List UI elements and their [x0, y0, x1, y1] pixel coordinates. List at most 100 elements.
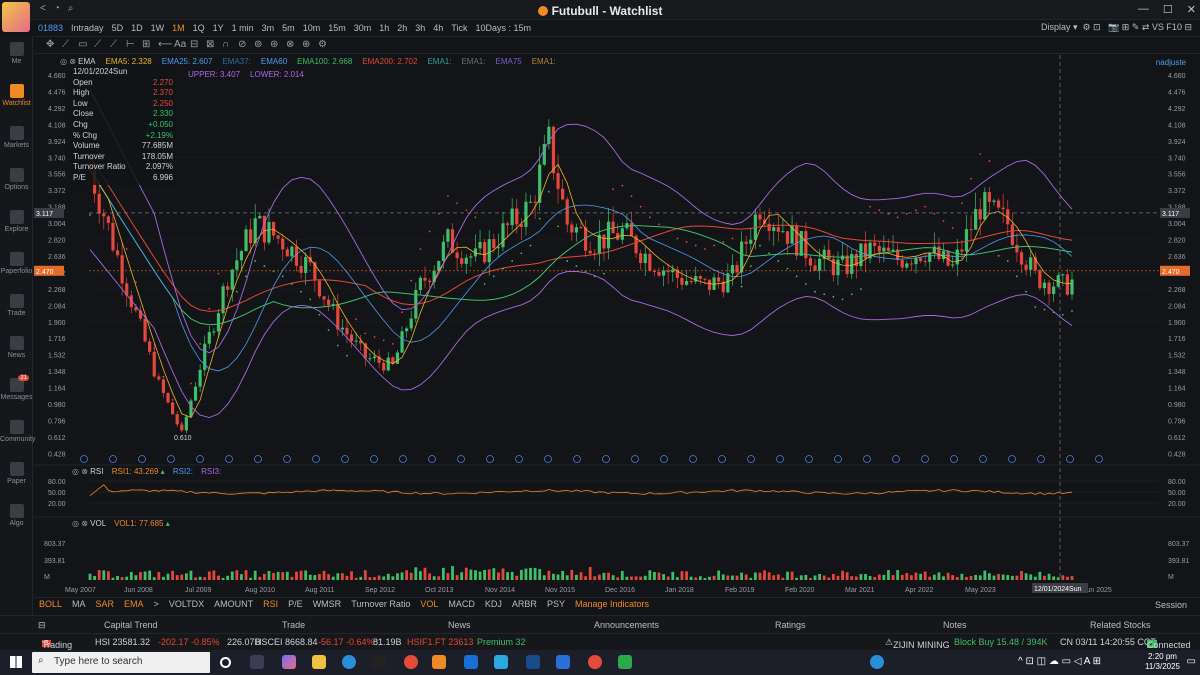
close-button[interactable]: ✕	[1187, 3, 1196, 16]
draw-tool-icon-3[interactable]: ⟋	[94, 39, 101, 50]
bottom-tab-related-stocks[interactable]: Related Stocks	[1090, 620, 1151, 630]
indicator-tab-8[interactable]: P/E	[283, 598, 308, 612]
period-14[interactable]: 2h	[393, 23, 411, 33]
indicator-tab-9[interactable]: WMSR	[308, 598, 347, 612]
file-explorer-icon[interactable]	[312, 655, 326, 669]
indicator-tab-13[interactable]: KDJ	[480, 598, 507, 612]
period-17[interactable]: Tick	[447, 23, 471, 33]
event-icon[interactable]	[573, 455, 581, 463]
copilot-icon[interactable]	[282, 655, 296, 669]
help-icon[interactable]	[870, 655, 884, 669]
period-15[interactable]: 3h	[411, 23, 429, 33]
sidebar-item-watchlist[interactable]: Watchlist	[0, 84, 33, 107]
period-1[interactable]: 5D	[108, 23, 128, 33]
session-button[interactable]: Session	[1150, 599, 1192, 611]
event-icon[interactable]	[1037, 455, 1045, 463]
sidebar-item-algo[interactable]: Algo	[0, 504, 33, 527]
draw-tool-icon-16[interactable]: ⊕	[302, 39, 310, 50]
period-2[interactable]: 1D	[127, 23, 147, 33]
period-5[interactable]: 1Q	[189, 23, 209, 33]
event-icon[interactable]	[1066, 455, 1074, 463]
sidebar-item-trade[interactable]: Trade	[0, 294, 33, 317]
period-12[interactable]: 30m	[350, 23, 376, 33]
event-icon[interactable]	[892, 455, 900, 463]
chrome-icon-2[interactable]	[588, 655, 602, 669]
draw-tool-icon-12[interactable]: ⊘	[238, 39, 246, 50]
taskbar-clock[interactable]: 2:20 pm 11/3/2025	[1145, 652, 1180, 672]
draw-tool-icon-7[interactable]: ⟵	[158, 39, 172, 50]
hsi-index[interactable]: HSI 23581.32	[95, 637, 150, 647]
period-9[interactable]: 5m	[278, 23, 299, 33]
draw-tool-icon-14[interactable]: ⊛	[270, 39, 278, 50]
period-10[interactable]: 10m	[299, 23, 325, 33]
period-3[interactable]: 1W	[147, 23, 169, 33]
draw-tool-icon-17[interactable]: ⚙	[318, 39, 327, 50]
draw-tool-icon-11[interactable]: ∩	[222, 39, 229, 50]
draw-tool-icon-13[interactable]: ⊚	[254, 39, 262, 50]
indicator-tab-10[interactable]: Turnover Ratio	[346, 598, 415, 612]
taskbar-search-input[interactable]: ⌕ Type here to search	[32, 652, 210, 673]
event-icon[interactable]	[776, 455, 784, 463]
app-icon-4[interactable]	[556, 655, 570, 669]
event-icon[interactable]	[602, 455, 610, 463]
event-icon[interactable]	[1008, 455, 1016, 463]
ticker-code[interactable]: 01883	[34, 23, 67, 33]
bottom-tab-ratings[interactable]: Ratings	[775, 620, 806, 630]
period-13[interactable]: 1h	[375, 23, 393, 33]
sidebar-item-markets[interactable]: Markets	[0, 126, 33, 149]
username[interactable]: nadjuste	[1156, 58, 1186, 67]
hsif-index[interactable]: HSIF1.FT 23613	[407, 637, 473, 647]
indicator-tab-15[interactable]: PSY	[542, 598, 570, 612]
event-icon[interactable]	[167, 455, 175, 463]
indicator-tab-2[interactable]: SAR	[91, 598, 120, 612]
event-icon[interactable]	[979, 455, 987, 463]
sidebar-item-paperfolio[interactable]: Paperfolio	[0, 252, 33, 275]
event-icon[interactable]	[544, 455, 552, 463]
sidebar-item-options[interactable]: Options	[0, 168, 33, 191]
futubull-icon[interactable]	[432, 655, 446, 669]
event-icon[interactable]	[631, 455, 639, 463]
event-icon[interactable]	[805, 455, 813, 463]
windows-start-icon[interactable]	[10, 656, 22, 668]
task-view-icon[interactable]	[250, 655, 264, 669]
draw-tool-icon-4[interactable]: ⟋	[110, 39, 117, 50]
bottom-tab-news[interactable]: News	[448, 620, 471, 630]
event-icon[interactable]	[254, 455, 262, 463]
indicator-tab-16[interactable]: Manage Indicators	[570, 598, 654, 612]
indicator-tab-0[interactable]: BOLL	[34, 598, 67, 612]
event-icon[interactable]	[718, 455, 726, 463]
indicator-tab-11[interactable]: VOL	[415, 598, 443, 612]
period-16[interactable]: 4h	[429, 23, 447, 33]
event-icon[interactable]	[312, 455, 320, 463]
cortana-icon[interactable]	[220, 657, 231, 668]
sheets-icon[interactable]	[618, 655, 632, 669]
tray-icons[interactable]: ^ ⊡ ◫ ☁ ▭ ◁ A ⊞	[1018, 656, 1101, 667]
bottom-tab-capital-trend[interactable]: Capital Trend	[104, 620, 158, 630]
event-icon[interactable]	[486, 455, 494, 463]
notification-icon[interactable]: ▭	[1187, 656, 1196, 667]
app-icon-3[interactable]	[526, 655, 540, 669]
draw-tool-icon-1[interactable]: ⟋	[62, 39, 69, 50]
minimize-button[interactable]: —	[1138, 3, 1149, 16]
indicator-tab-1[interactable]: MA	[67, 598, 91, 612]
period-0[interactable]: Intraday	[67, 23, 108, 33]
period-18[interactable]: 10Days : 15m	[471, 23, 535, 33]
period-8[interactable]: 3m	[258, 23, 279, 33]
period-7[interactable]: 1 min	[228, 23, 258, 33]
event-icon[interactable]	[109, 455, 117, 463]
draw-tool-icon-10[interactable]: ⊠	[206, 39, 214, 50]
event-icon[interactable]	[457, 455, 465, 463]
sidebar-item-me[interactable]: Me	[0, 42, 33, 65]
period-4[interactable]: 1M	[168, 23, 189, 33]
indicator-tab-14[interactable]: ARBR	[507, 598, 542, 612]
indicator-tab-7[interactable]: RSI	[258, 598, 283, 612]
draw-tool-icon-0[interactable]: ✥	[46, 39, 54, 50]
draw-tool-icon-9[interactable]: ⊟	[190, 39, 198, 50]
maximize-button[interactable]: ☐	[1163, 3, 1173, 16]
event-icon[interactable]	[196, 455, 204, 463]
indicator-tab-6[interactable]: AMOUNT	[209, 598, 258, 612]
event-icon[interactable]	[80, 455, 88, 463]
bottom-tab-trade[interactable]: Trade	[282, 620, 305, 630]
sidebar-item-paper[interactable]: Paper	[0, 462, 33, 485]
avatar[interactable]	[2, 2, 30, 32]
